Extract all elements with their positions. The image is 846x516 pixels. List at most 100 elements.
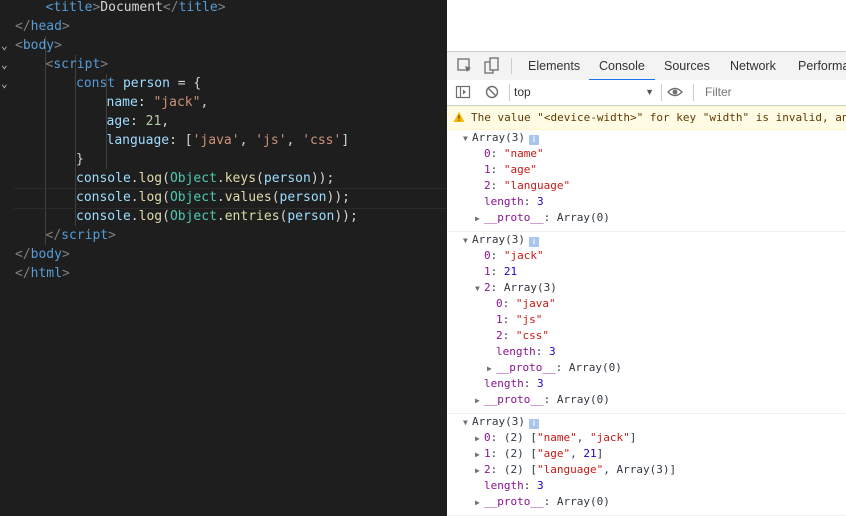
code-token: . — [216, 171, 225, 186]
value-token: "jack" — [589, 431, 630, 444]
value-token: ] — [596, 447, 604, 460]
info-icon[interactable]: i — [528, 237, 539, 247]
value-token: 3 — [549, 345, 556, 358]
code-token: html — [30, 266, 62, 281]
code-line[interactable]: ⌄ const person = { — [0, 74, 447, 93]
code-line[interactable]: age: 21, — [0, 112, 447, 131]
code-token: } — [76, 152, 84, 167]
device-toolbar-icon[interactable] — [482, 57, 500, 75]
expandable-object-row[interactable]: ▼ Array(3) i — [463, 414, 539, 430]
value-token: : Array(0) — [543, 211, 610, 224]
property-row: 1: "js" — [496, 312, 542, 328]
expandable-object-row[interactable]: ▼ 2: Array(3) — [475, 280, 557, 296]
value-token: ] — [629, 431, 637, 444]
code-token: log — [138, 209, 163, 224]
tab-performance[interactable]: Performa — [798, 52, 846, 80]
expanded-triangle-icon[interactable]: ▼ — [463, 131, 472, 147]
code-line[interactable]: console.log(Object.values(person)); — [0, 188, 447, 207]
code-token: language — [106, 133, 170, 148]
code-token: 'java' — [192, 133, 240, 148]
expanded-triangle-icon[interactable]: ▼ — [475, 281, 484, 297]
collapsed-triangle-icon[interactable]: ▶ — [475, 495, 484, 511]
code-token: ( — [256, 171, 264, 186]
collapsed-triangle-icon[interactable]: ▶ — [475, 447, 484, 463]
property-row: 1: "age" — [484, 162, 537, 178]
value-token: , Array(3)] — [603, 463, 677, 476]
code-line[interactable]: </body> — [0, 245, 447, 264]
collapsed-triangle-icon[interactable]: ▶ — [487, 361, 496, 377]
code-token: . — [216, 209, 225, 224]
code-token: )); — [334, 209, 358, 224]
info-icon[interactable]: i — [528, 135, 539, 145]
filter-input[interactable]: Filter — [705, 81, 845, 103]
code-token: = { — [169, 76, 202, 91]
devtools-panel: Elements Console Sources Network Perform… — [447, 0, 846, 516]
fold-chevron-icon[interactable]: ⌄ — [1, 55, 11, 74]
code-line[interactable]: name: "jack", — [0, 93, 447, 112]
context-selector[interactable]: top ▼ — [514, 81, 654, 103]
code-token: ( — [162, 190, 170, 205]
code-line[interactable]: console.log(Object.entries(person)); — [0, 207, 447, 226]
clear-console-icon[interactable] — [484, 84, 500, 100]
code-line[interactable]: ⌄ <script> — [0, 55, 447, 74]
value-token: __proto__ — [484, 211, 544, 224]
collapsed-triangle-icon[interactable]: ▶ — [475, 393, 484, 409]
code-token: > — [61, 266, 70, 281]
property-row: length: 3 — [496, 344, 556, 360]
expandable-object-row[interactable]: ▶ 0: (2) ["name", "jack"] — [475, 430, 636, 446]
value-token: : — [523, 479, 537, 492]
show-sidebar-icon[interactable] — [455, 84, 471, 100]
value-token: 2 — [484, 179, 491, 192]
code-line[interactable]: } — [0, 150, 447, 169]
expandable-object-row[interactable]: ▶ __proto__: Array(0) — [475, 210, 610, 226]
code-line[interactable]: </script> — [0, 226, 447, 245]
expandable-object-row[interactable]: ▶ __proto__: Array(0) — [475, 392, 610, 408]
expanded-triangle-icon[interactable]: ▼ — [463, 233, 472, 249]
code-line[interactable]: <title>Document</title> — [0, 0, 447, 17]
expanded-triangle-icon[interactable]: ▼ — [463, 415, 472, 431]
value-token: : — [490, 249, 504, 262]
value-token: 21 — [583, 447, 597, 460]
code-line[interactable]: </head> — [0, 17, 447, 36]
code-line[interactable]: language: ['java', 'js', 'css'] — [0, 131, 447, 150]
expandable-object-row[interactable]: ▼ Array(3) i — [463, 130, 539, 146]
console-message: ▼ Array(3) i ▶ 0: (2) ["name", "jack"] ▶ 1: (2… — [447, 413, 846, 516]
value-token: "age" — [503, 163, 537, 176]
expandable-object-row[interactable]: ▶ __proto__: Array(0) — [487, 360, 622, 376]
fold-chevron-icon[interactable]: ⌄ — [1, 74, 11, 93]
expandable-object-row[interactable]: ▼ Array(3) i — [463, 232, 539, 248]
value-token: "age" — [536, 447, 571, 460]
code-line[interactable]: </html> — [0, 264, 447, 283]
code-token: > — [100, 57, 109, 72]
code-line[interactable]: ⌄ <body> — [0, 36, 447, 55]
code-token: script — [61, 228, 109, 243]
eye-icon[interactable] — [667, 84, 683, 100]
code-token: head — [30, 19, 62, 34]
value-token: : — [502, 297, 516, 310]
value-token: 0 — [484, 147, 491, 160]
fold-chevron-icon[interactable]: ⌄ — [1, 36, 11, 55]
tab-sources[interactable]: Sources — [664, 52, 710, 80]
value-token: 1 — [484, 447, 491, 460]
value-token: 3 — [537, 377, 544, 390]
collapsed-triangle-icon[interactable]: ▶ — [475, 431, 484, 447]
expandable-object-row[interactable]: ▶ 2: (2) ["language", Array(3)] — [475, 462, 676, 478]
collapsed-triangle-icon[interactable]: ▶ — [475, 463, 484, 479]
tab-network[interactable]: Network — [730, 52, 776, 80]
code-token: title — [178, 0, 218, 15]
console-message: ▼ Array(3) i 0: "name" 1: "age" 2: "language"… — [447, 129, 846, 232]
value-token: : Array(3) — [490, 281, 557, 294]
inspect-element-icon[interactable] — [456, 57, 474, 75]
code-token: title — [53, 0, 93, 15]
info-icon[interactable]: i — [528, 419, 539, 429]
expandable-object-row[interactable]: ▶ __proto__: Array(0) — [475, 494, 610, 510]
collapsed-triangle-icon[interactable]: ▶ — [475, 211, 484, 227]
code-token: . — [130, 190, 139, 205]
tab-console[interactable]: Console — [589, 52, 655, 81]
code-token: console — [76, 190, 131, 205]
code-editor[interactable]: <title>Document</title> </head> ⌄ <body> ⌄ <s… — [0, 0, 447, 516]
expandable-object-row[interactable]: ▶ 1: (2) ["age", 21] — [475, 446, 603, 462]
value-token: 2 — [496, 329, 503, 342]
code-line[interactable]: console.log(Object.keys(person)); — [0, 169, 447, 188]
tab-elements[interactable]: Elements — [528, 52, 580, 80]
